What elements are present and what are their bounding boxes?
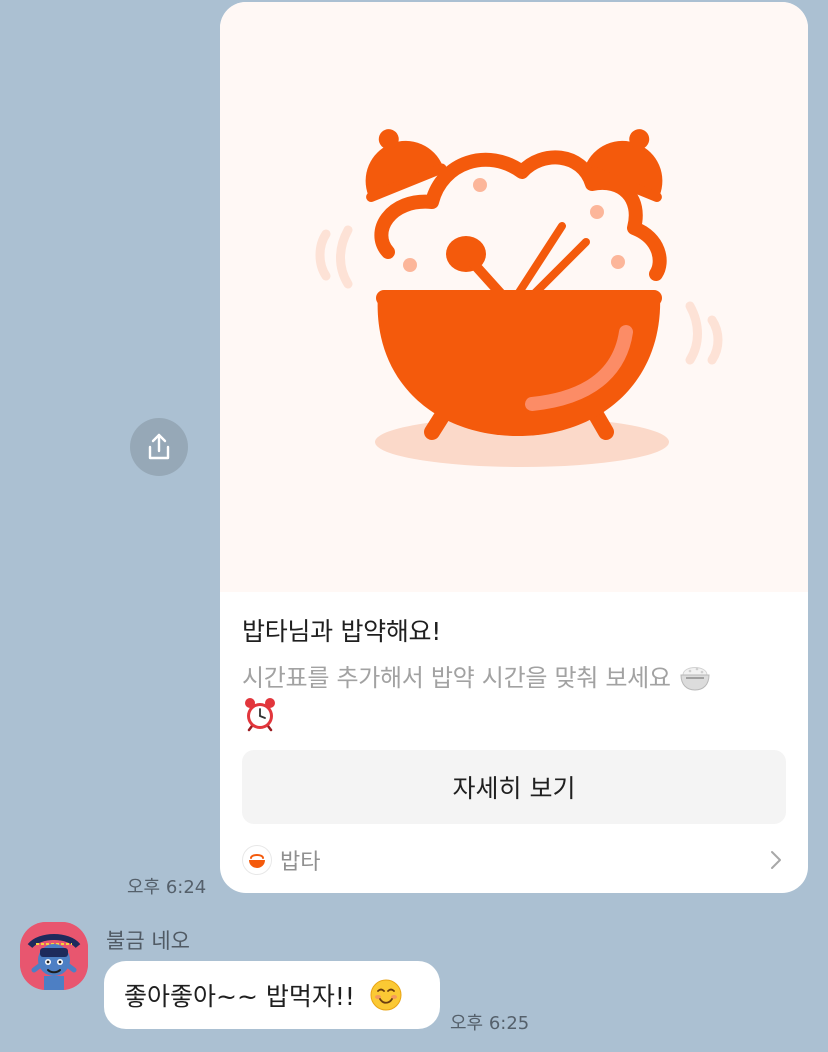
message-bubble[interactable]: 좋아좋아~~ 밥먹자!! — [104, 961, 440, 1029]
bowl-alarm-clock-illustration — [315, 129, 723, 467]
message-card[interactable]: 밥타님과 밥약해요! 시간표를 추가해서 밥약 시간을 맞춰 보세요 자세히 보… — [220, 2, 808, 893]
card-description-text: 시간표를 추가해서 밥약 시간을 맞춰 보세요 — [242, 664, 671, 692]
card-footer-link[interactable]: 밥타 — [242, 842, 786, 878]
alarm-clock-emoji — [245, 698, 275, 732]
share-icon — [148, 433, 170, 460]
card-title: 밥타님과 밥약해요! — [242, 617, 441, 646]
card-description: 시간표를 추가해서 밥약 시간을 맞춰 보세요 — [242, 660, 772, 732]
reply-timestamp: 오후 6:25 — [450, 1013, 530, 1034]
share-button[interactable] — [130, 418, 188, 476]
sender-name: 불금 네오 — [106, 929, 190, 953]
view-details-button[interactable]: 자세히 보기 — [242, 750, 786, 824]
babta-logo-icon — [242, 845, 272, 875]
card-illustration — [220, 2, 808, 592]
message-text: 좋아좋아~~ 밥먹자!! — [124, 982, 355, 1011]
rice-emoji — [680, 667, 710, 691]
avatar[interactable] — [20, 922, 88, 990]
card-timestamp: 오후 6:24 — [127, 877, 207, 898]
smiling-face-emoji — [370, 979, 402, 1011]
chevron-right-icon — [771, 851, 781, 869]
footer-app-name: 밥타 — [280, 850, 321, 875]
neo-profile-image — [20, 922, 88, 990]
